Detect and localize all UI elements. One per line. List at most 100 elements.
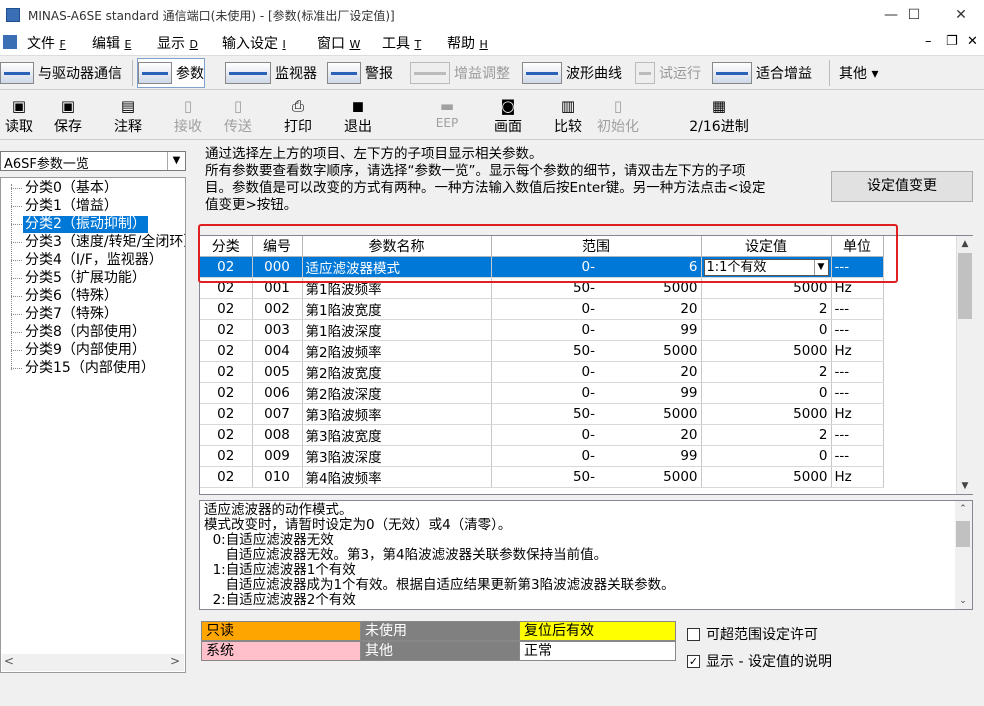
tree-item-category-3[interactable]: 分类3（速度/转矩/全闭环） bbox=[23, 234, 185, 251]
initialize-button[interactable]: ▯ 初始化 bbox=[591, 96, 645, 136]
tree-horizontal-scrollbar[interactable]: < > bbox=[2, 654, 184, 671]
comm-icon bbox=[0, 62, 34, 84]
table-row[interactable]: 02 009 第3陷波深度 0- 99 0 --- bbox=[200, 445, 884, 467]
tree-item-category-7[interactable]: 分类7（特殊） bbox=[23, 306, 120, 323]
tree-item-category-8[interactable]: 分类8（内部使用） bbox=[23, 324, 148, 341]
table-row[interactable]: 02 004 第2陷波频率 50- 5000 5000 Hz bbox=[200, 340, 884, 362]
receive-button[interactable]: ▯ 接收 bbox=[161, 96, 215, 136]
table-row[interactable]: 02 005 第2陷波宽度 0- 20 2 --- bbox=[200, 361, 884, 383]
maximize-button[interactable]: ☐ bbox=[891, 0, 937, 30]
tree-item-category-4[interactable]: 分类4（I/F，监视器） bbox=[23, 252, 165, 269]
close-button[interactable]: ✕ bbox=[938, 0, 984, 30]
show-value-description-checkbox[interactable]: ✓ 显示 - 设定值的说明 bbox=[687, 651, 832, 671]
fit-gain-icon bbox=[712, 62, 752, 84]
print-button[interactable]: ⎙ 打印 bbox=[271, 96, 325, 136]
waveform-icon bbox=[522, 62, 562, 84]
comment-button[interactable]: ▤ 注释 bbox=[101, 96, 155, 136]
chevron-down-icon[interactable]: ▼ bbox=[167, 152, 185, 170]
chevron-right-icon[interactable]: > bbox=[170, 654, 180, 668]
checkbox-icon[interactable]: ✓ bbox=[687, 654, 700, 668]
table-vertical-scrollbar[interactable]: ▲ ▼ bbox=[956, 236, 973, 494]
alarm-icon bbox=[327, 62, 361, 84]
compare-button[interactable]: ▥ 比较 bbox=[541, 96, 595, 136]
tree-item-category-15[interactable]: 分类15（内部使用） bbox=[23, 360, 157, 377]
camera-icon: ◙ bbox=[500, 97, 516, 115]
action-toolbar: ▣ 读取 ▣ 保存 ▤ 注释 ▯ 接收 ▯ 传送 ⎙ 打印 ◼ 退出 ▬ EEP ◙ 画面 ▥ 比较… bbox=[0, 90, 984, 140]
main-toolbar: 与驱动器通信 参数 监视器 警报 增益调整 波形曲线 试运行 适合增益 其他 ▾ bbox=[0, 56, 984, 90]
tree-item-category-2[interactable]: 分类2（振动抑制） bbox=[23, 216, 148, 233]
read-button[interactable]: ▣ 读取 bbox=[0, 96, 46, 136]
tree-item-category-0[interactable]: 分类0（基本） bbox=[23, 180, 120, 197]
trial-run-button[interactable]: 试运行 bbox=[635, 58, 701, 88]
title-bar: MINAS-A6SE standard 通信端口(未使用) - [参数(标准出厂… bbox=[0, 0, 984, 30]
trial-run-icon bbox=[635, 62, 655, 84]
scroll-thumb[interactable] bbox=[956, 521, 970, 547]
tree-item-category-9[interactable]: 分类9（内部使用） bbox=[23, 342, 148, 359]
legend-normal: 正常 bbox=[519, 641, 676, 661]
other-dropdown[interactable]: 其他 ▾ bbox=[839, 58, 878, 88]
read-icon: ▣ bbox=[11, 97, 27, 115]
tree-item-category-1[interactable]: 分类1（增益） bbox=[23, 198, 120, 215]
help-description: 通过选择左上方的项目、左下方的子项目显示相关参数。 所有参数要查看数字顺序，请选… bbox=[205, 146, 766, 213]
receive-icon: ▯ bbox=[183, 97, 193, 115]
parameter-icon bbox=[138, 62, 172, 84]
table-row[interactable]: 02 007 第3陷波频率 50- 5000 5000 Hz bbox=[200, 403, 884, 425]
menu-edit[interactable]: 编辑 E bbox=[92, 33, 131, 53]
parameter-button[interactable]: 参数 bbox=[137, 58, 205, 88]
scroll-down-icon[interactable]: ⌄ bbox=[955, 593, 971, 609]
scroll-up-icon[interactable]: ⌃ bbox=[955, 501, 971, 517]
menu-file[interactable]: 文件 F bbox=[27, 33, 66, 53]
detail-vertical-scrollbar[interactable]: ⌃ ⌄ bbox=[955, 501, 972, 609]
tree-item-category-5[interactable]: 分类5（扩展功能） bbox=[23, 270, 148, 287]
menu-view[interactable]: 显示 D bbox=[157, 33, 198, 53]
scroll-up-icon[interactable]: ▲ bbox=[957, 236, 973, 252]
tree-item-category-6[interactable]: 分类6（特殊） bbox=[23, 288, 120, 305]
legend-reset-effective: 复位后有效 bbox=[519, 621, 676, 641]
document-icon bbox=[3, 35, 17, 49]
send-icon: ▯ bbox=[233, 97, 243, 115]
compare-icon: ▥ bbox=[560, 97, 576, 115]
scroll-thumb[interactable] bbox=[958, 253, 972, 319]
menu-input-settings[interactable]: 输入设定 I bbox=[222, 33, 286, 53]
alarm-button[interactable]: 警报 bbox=[327, 58, 393, 88]
fit-gain-button[interactable]: 适合增益 bbox=[712, 58, 812, 88]
monitor-button[interactable]: 监视器 bbox=[225, 58, 317, 88]
app-icon bbox=[6, 8, 20, 22]
drive-comm-button[interactable]: 与驱动器通信 bbox=[0, 58, 122, 88]
eep-button[interactable]: ▬ EEP bbox=[420, 96, 474, 130]
menu-bar: 文件 F 编辑 E 显示 D 输入设定 I 窗口 W 工具 T 帮助 H – ❐… bbox=[0, 30, 984, 56]
menu-window[interactable]: 窗口 W bbox=[317, 33, 360, 53]
menu-tools[interactable]: 工具 T bbox=[382, 33, 421, 53]
allow-out-of-range-checkbox[interactable]: 可超范围设定许可 bbox=[687, 624, 818, 644]
change-setting-button[interactable]: 设定值变更 bbox=[831, 171, 973, 202]
scroll-down-icon[interactable]: ▼ bbox=[957, 478, 973, 494]
table-row[interactable]: 02 008 第3陷波宽度 0- 20 2 --- bbox=[200, 424, 884, 446]
mdi-close-button[interactable]: ✕ bbox=[967, 34, 978, 49]
table-row[interactable]: 02 010 第4陷波频率 50- 5000 5000 Hz bbox=[200, 466, 884, 488]
table-row[interactable]: 02 002 第1陷波宽度 0- 20 2 --- bbox=[200, 298, 884, 320]
initialize-icon: ▯ bbox=[613, 97, 623, 115]
screen-button[interactable]: ◙ 画面 bbox=[481, 96, 535, 136]
waveform-button[interactable]: 波形曲线 bbox=[522, 58, 622, 88]
gain-icon bbox=[410, 62, 450, 84]
note-icon: ▤ bbox=[120, 97, 136, 115]
parameter-list-select[interactable]: A6SF参数一览 ▼ bbox=[0, 151, 186, 172]
gain-adjust-button[interactable]: 增益调整 bbox=[410, 58, 510, 88]
monitor-icon bbox=[225, 62, 271, 84]
highlight-annotation bbox=[198, 224, 898, 283]
printer-icon: ⎙ bbox=[291, 97, 304, 115]
menu-help[interactable]: 帮助 H bbox=[447, 33, 488, 53]
mdi-minimize-button[interactable]: – bbox=[925, 34, 932, 49]
save-button[interactable]: ▣ 保存 bbox=[41, 96, 95, 136]
exit-icon: ◼ bbox=[351, 97, 365, 115]
separator bbox=[829, 60, 830, 86]
mdi-restore-button[interactable]: ❐ bbox=[946, 34, 958, 49]
chevron-left-icon[interactable]: < bbox=[4, 654, 14, 668]
checkbox-icon[interactable] bbox=[687, 627, 700, 641]
exit-button[interactable]: ◼ 退出 bbox=[331, 96, 385, 136]
send-button[interactable]: ▯ 传送 bbox=[211, 96, 265, 136]
table-row[interactable]: 02 003 第1陷波深度 0- 99 0 --- bbox=[200, 319, 884, 341]
radix-toggle-button[interactable]: ▦ 2/16进制 bbox=[683, 96, 755, 136]
table-row[interactable]: 02 006 第2陷波深度 0- 99 0 --- bbox=[200, 382, 884, 404]
legend-other: 其他 bbox=[360, 641, 520, 661]
